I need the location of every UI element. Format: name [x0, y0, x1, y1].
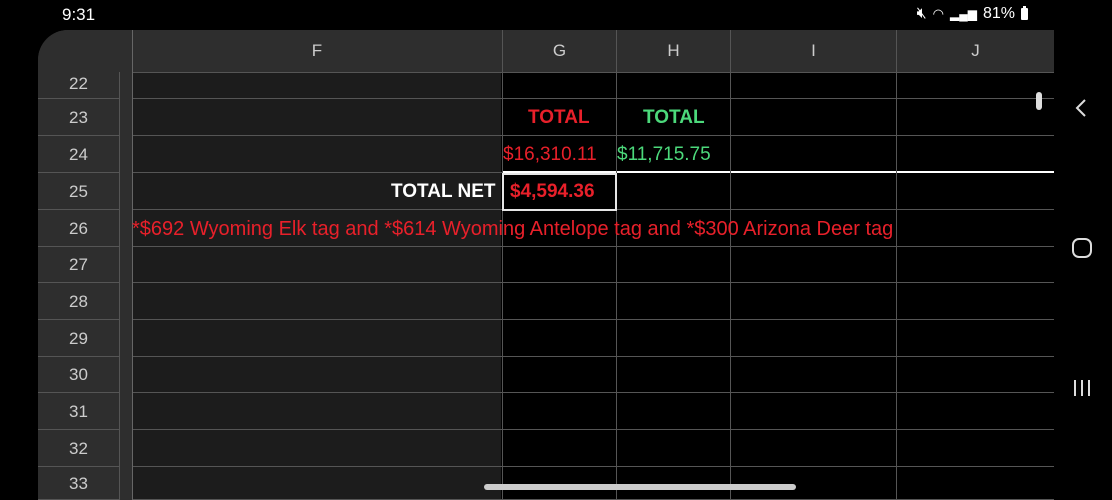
row-header-27[interactable]: 27 — [38, 247, 120, 283]
grid-row[interactable] — [132, 72, 1054, 99]
battery-percent: 81% — [982, 5, 1015, 22]
signal-icon: ▂▄▆ — [950, 7, 977, 21]
back-icon[interactable] — [1070, 96, 1094, 120]
row-header-25[interactable]: 25 — [38, 173, 120, 210]
grid-row[interactable] — [132, 430, 1054, 467]
column-header-h[interactable]: H — [617, 30, 731, 72]
row-header-24[interactable]: 24 — [38, 136, 120, 173]
battery-icon — [1021, 6, 1028, 20]
mute-icon: 🔇︎ — [916, 5, 927, 22]
row-header-22[interactable]: 22 — [38, 72, 120, 99]
select-all-corner[interactable] — [38, 30, 121, 72]
cell-h24[interactable]: $11,715.75 — [617, 144, 711, 166]
grid-row[interactable] — [132, 320, 1054, 357]
cell-f26[interactable]: *$692 Wyoming Elk tag and *$614 Wyoming … — [132, 218, 893, 241]
status-bar: 9:31 🔇︎ ◠ ▂▄▆ 81% — [0, 0, 1112, 30]
cell-f25[interactable]: TOTAL NET — [391, 181, 496, 203]
grid-row[interactable] — [132, 357, 1054, 393]
gesture-home-bar[interactable] — [484, 484, 796, 490]
col-divider — [502, 72, 503, 500]
grid-row[interactable] — [132, 99, 1054, 136]
cell-h23[interactable]: TOTAL — [643, 107, 705, 129]
column-header-j[interactable]: J — [897, 30, 1054, 72]
row-header-29[interactable]: 29 — [38, 320, 120, 357]
frozen-pane-divider[interactable] — [120, 30, 133, 500]
status-icons: 🔇︎ ◠ ▂▄▆ 81% — [917, 5, 1028, 23]
scrollbar-thumb[interactable] — [1036, 92, 1042, 110]
row-header-28[interactable]: 28 — [38, 283, 120, 320]
home-icon[interactable] — [1070, 236, 1094, 260]
col-divider — [616, 72, 617, 500]
column-header-g[interactable]: G — [503, 30, 617, 72]
row-header-30[interactable]: 30 — [38, 357, 120, 393]
row-header-23[interactable]: 23 — [38, 99, 120, 136]
row-header-33[interactable]: 33 — [38, 467, 120, 500]
clock: 9:31 — [62, 5, 96, 24]
grid-row[interactable] — [132, 283, 1054, 320]
spreadsheet-grid[interactable]: F G H I J 22 23 24 25 26 27 28 29 30 31 … — [38, 30, 1054, 500]
row-header-26[interactable]: 26 — [38, 210, 120, 247]
row-header-32[interactable]: 32 — [38, 430, 120, 467]
cell-g23[interactable]: TOTAL — [528, 107, 590, 129]
row-header-31[interactable]: 31 — [38, 393, 120, 430]
cell-g25[interactable]: $4,594.36 — [510, 181, 595, 203]
column-header-f[interactable]: F — [132, 30, 503, 72]
cell-g24[interactable]: $16,310.11 — [503, 144, 597, 166]
grid-row[interactable] — [132, 136, 502, 173]
grid-row[interactable] — [132, 247, 1054, 283]
column-header-i[interactable]: I — [731, 30, 897, 72]
col-divider — [730, 72, 731, 500]
recents-icon[interactable] — [1070, 376, 1094, 400]
wifi-icon: ◠ — [932, 6, 944, 21]
col-divider — [896, 72, 897, 500]
grid-row[interactable] — [132, 393, 1054, 430]
